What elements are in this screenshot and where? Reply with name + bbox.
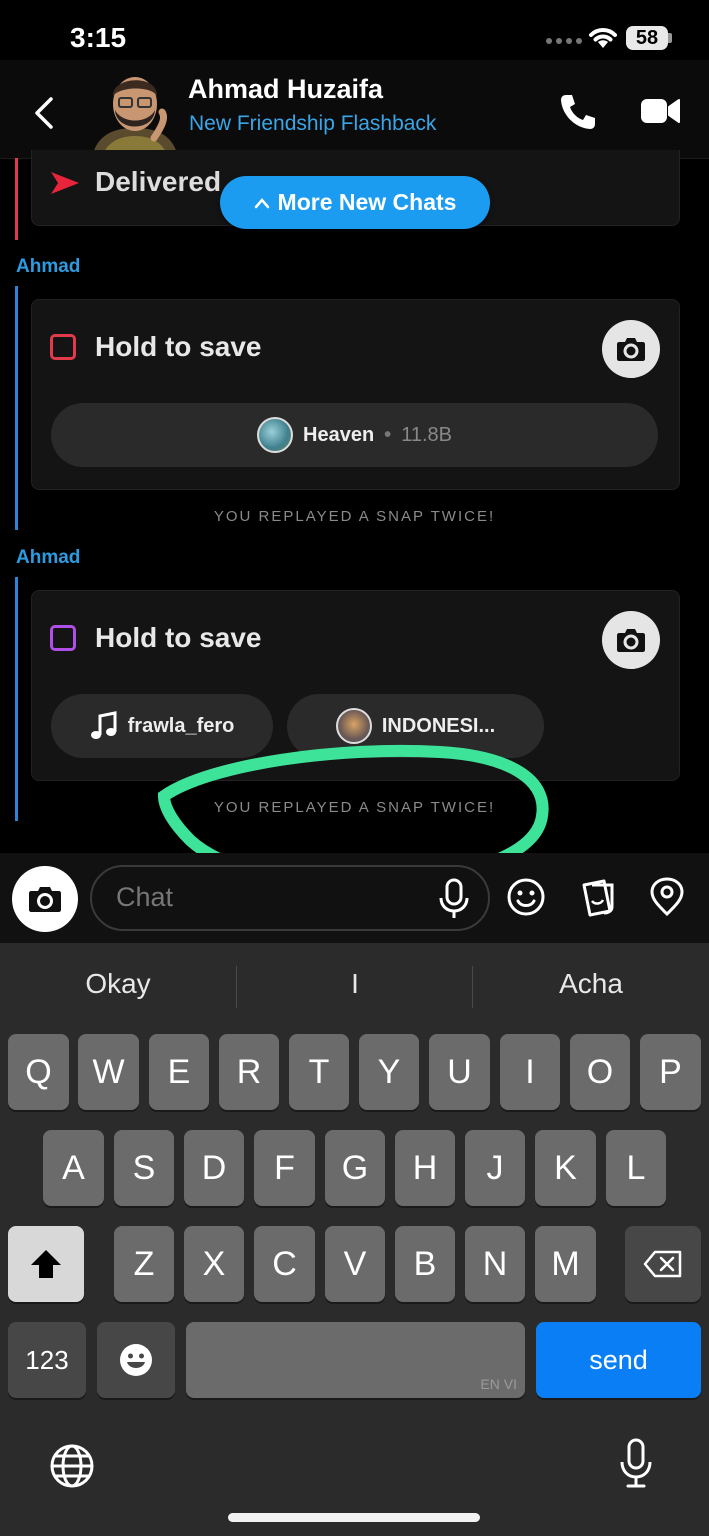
key-h[interactable]: H (395, 1130, 455, 1206)
key-u[interactable]: U (429, 1034, 490, 1110)
key-j[interactable]: J (465, 1130, 525, 1206)
status-time: 3:15 (70, 22, 127, 53)
delete-key[interactable] (625, 1226, 701, 1302)
battery-indicator: 58 (626, 26, 668, 50)
attachment-views: 11.8B (401, 423, 452, 446)
delivered-status: Delivered (95, 166, 222, 197)
attachment-thumbnail (257, 417, 294, 453)
hold-to-save-label: Hold to save (95, 331, 262, 362)
attachment-thumbnail (335, 708, 372, 744)
snap-indicator-icon (50, 334, 76, 360)
key-d[interactable]: D (184, 1130, 244, 1206)
suggestion-1[interactable]: Okay (0, 968, 236, 1000)
camera-icon (29, 887, 61, 912)
reply-camera-button[interactable] (602, 611, 660, 669)
suggestion-3[interactable]: Acha (473, 968, 709, 1000)
chat-placeholder: Chat (116, 882, 174, 912)
keyboard-language: EN VI (480, 1376, 517, 1392)
key-e[interactable]: E (149, 1034, 209, 1110)
sent-arrow-icon (49, 170, 81, 201)
globe-icon[interactable] (48, 1442, 96, 1495)
cellular-signal-icon (546, 38, 582, 44)
emoji-key[interactable] (97, 1322, 175, 1398)
key-c[interactable]: C (254, 1226, 315, 1302)
key-w[interactable]: W (78, 1034, 139, 1110)
microphone-icon[interactable] (437, 878, 471, 925)
friendship-flashback-link[interactable]: New Friendship Flashback (189, 112, 436, 136)
emoji-icon[interactable] (506, 877, 546, 922)
key-r[interactable]: R (219, 1034, 279, 1110)
key-p[interactable]: P (640, 1034, 701, 1110)
contact-name[interactable]: Ahmad Huzaifa (188, 74, 383, 105)
key-b[interactable]: B (395, 1226, 455, 1302)
key-a[interactable]: A (43, 1130, 104, 1206)
backspace-icon (643, 1250, 682, 1278)
phone-icon[interactable] (558, 92, 598, 137)
more-new-chats-button[interactable]: More New Chats (220, 176, 490, 229)
more-new-chats-label: More New Chats (277, 189, 457, 215)
shift-arrow-icon (31, 1250, 61, 1278)
back-chevron-icon[interactable] (32, 96, 56, 135)
received-message-bar (15, 577, 18, 821)
key-k[interactable]: K (535, 1130, 596, 1206)
separator-dot: • (384, 423, 392, 446)
numbers-key[interactable]: 123 (8, 1322, 86, 1398)
key-y[interactable]: Y (359, 1034, 419, 1110)
space-key[interactable]: EN VI (186, 1322, 525, 1398)
shift-key[interactable] (8, 1226, 84, 1302)
key-g[interactable]: G (325, 1130, 385, 1206)
suggestion-2[interactable]: I (237, 968, 473, 1000)
key-q[interactable]: Q (8, 1034, 69, 1110)
sent-message-bar (15, 158, 18, 240)
video-camera-icon[interactable] (640, 96, 682, 131)
sender-name: Ahmad (16, 256, 81, 277)
emoji-icon (120, 1344, 152, 1376)
location-icon[interactable] (648, 877, 686, 922)
wifi-icon (588, 26, 618, 55)
replay-notice: YOU REPLAYED A SNAP TWICE! (213, 508, 496, 525)
camera-button[interactable] (12, 866, 78, 932)
camera-icon (617, 338, 645, 361)
sender-name: Ahmad (16, 547, 81, 568)
key-o[interactable]: O (570, 1034, 630, 1110)
key-s[interactable]: S (114, 1130, 174, 1206)
key-f[interactable]: F (254, 1130, 315, 1206)
attachment-pill[interactable]: Heaven • 11.8B (51, 403, 658, 467)
send-key[interactable]: send (536, 1322, 701, 1398)
sticker-icon[interactable] (578, 877, 618, 922)
key-z[interactable]: Z (114, 1226, 174, 1302)
key-n[interactable]: N (465, 1226, 525, 1302)
key-i[interactable]: I (500, 1034, 560, 1110)
received-message-bar (15, 286, 18, 530)
key-l[interactable]: L (606, 1130, 666, 1206)
key-x[interactable]: X (184, 1226, 244, 1302)
key-v[interactable]: V (325, 1226, 385, 1302)
dictation-microphone-icon[interactable] (618, 1438, 654, 1495)
reply-camera-button[interactable] (602, 320, 660, 378)
home-indicator (228, 1513, 480, 1522)
battery-nub (668, 33, 672, 43)
key-t[interactable]: T (289, 1034, 349, 1110)
sound-name: frawla_fero (127, 714, 235, 737)
attachment-name: INDONESI... (381, 714, 496, 737)
key-m[interactable]: M (535, 1226, 596, 1302)
chevron-up-icon (254, 197, 269, 208)
avatar[interactable] (92, 66, 178, 158)
attachment-name: Heaven (303, 423, 375, 446)
camera-icon (617, 629, 645, 652)
music-note-icon (90, 711, 117, 739)
hold-to-save-label: Hold to save (95, 622, 262, 653)
snap-indicator-icon (50, 625, 76, 651)
